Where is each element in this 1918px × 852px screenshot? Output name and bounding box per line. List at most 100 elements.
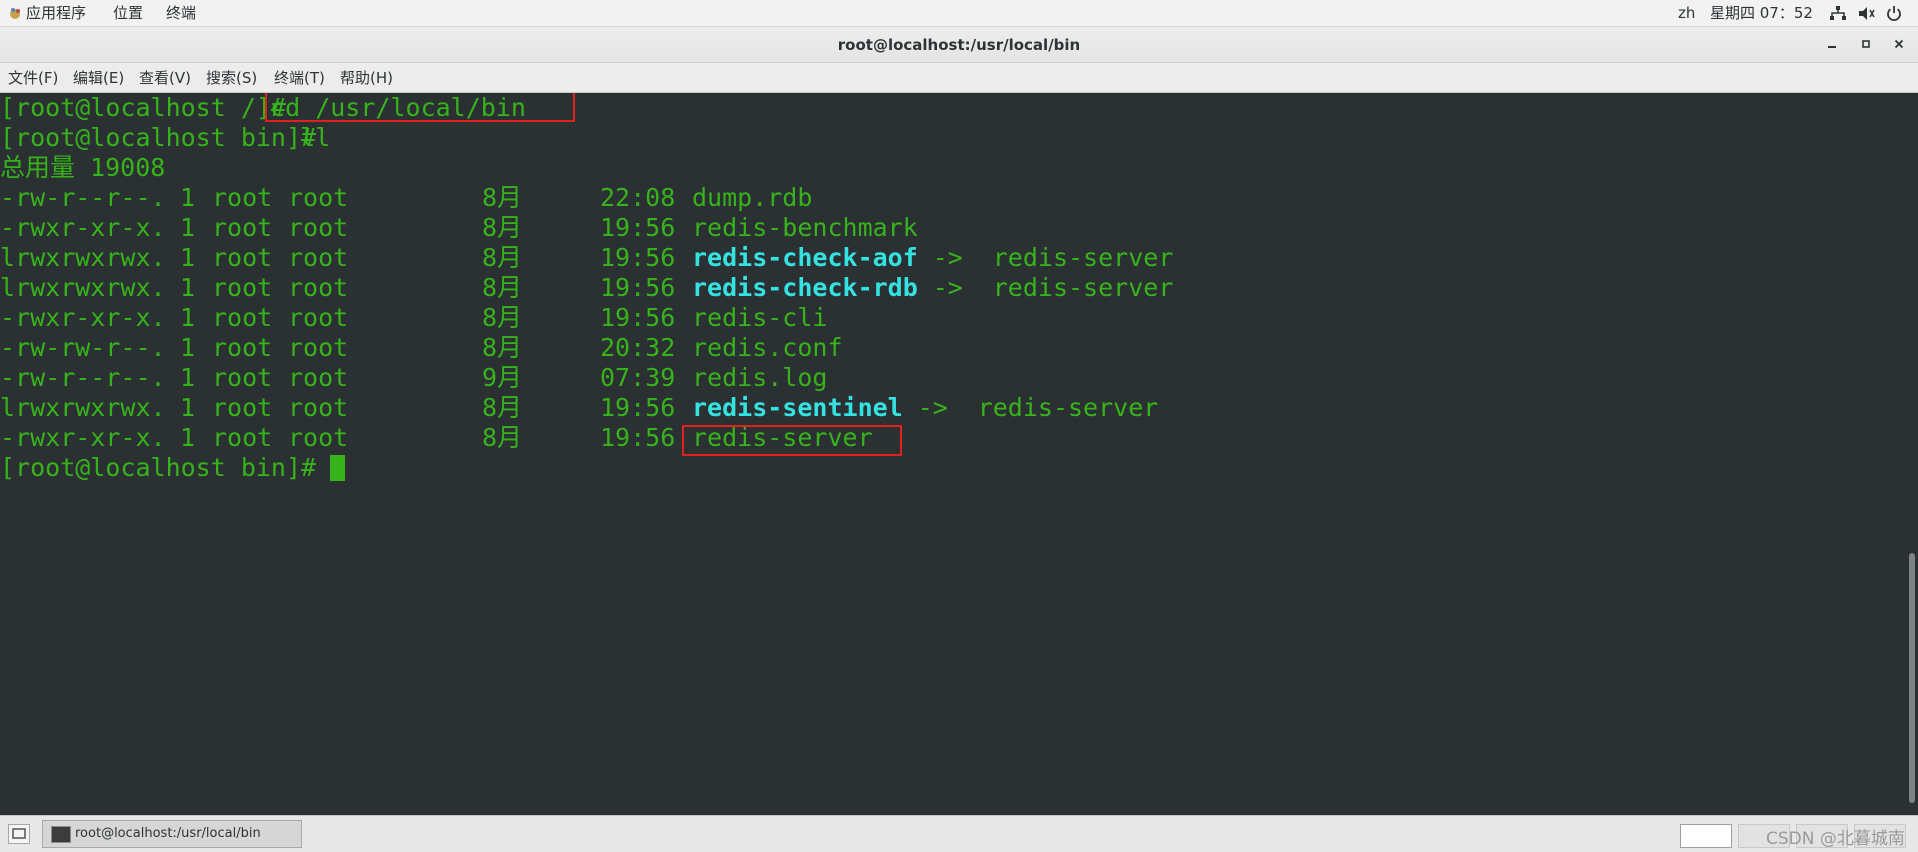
applications-label: 应用程序 bbox=[26, 4, 87, 22]
maximize-button[interactable] bbox=[1857, 35, 1875, 53]
workspace-switcher-1[interactable] bbox=[1680, 824, 1732, 848]
menu-view[interactable]: 查看(V) bbox=[139, 68, 191, 88]
file-permissions: -rwxr-xr-x. bbox=[0, 423, 166, 452]
file-month: 9月 bbox=[482, 363, 523, 392]
file-name: redis.log bbox=[692, 363, 828, 392]
link-count: 1 bbox=[180, 183, 196, 212]
file-owner: root bbox=[212, 243, 273, 272]
file-name: redis-check-aof bbox=[692, 243, 918, 272]
file-group: root bbox=[288, 363, 349, 392]
file-month: 8月 bbox=[482, 273, 523, 302]
symlink-target: redis-server bbox=[992, 243, 1174, 272]
link-count: 1 bbox=[180, 363, 196, 392]
places-menu[interactable]: 位置 bbox=[113, 3, 143, 23]
file-month: 8月 bbox=[482, 213, 523, 242]
file-name: redis-benchmark bbox=[692, 213, 918, 242]
clock[interactable]: 星期四 07：52 bbox=[1710, 3, 1813, 23]
menu-terminal[interactable]: 终端(T) bbox=[274, 68, 325, 88]
file-group: root bbox=[288, 183, 349, 212]
file-group: root bbox=[288, 273, 349, 302]
file-permissions: -rw-rw-r--. bbox=[0, 333, 166, 362]
link-count: 1 bbox=[180, 393, 196, 422]
power-icon[interactable] bbox=[1886, 5, 1902, 21]
file-time: 19:56 bbox=[600, 303, 676, 332]
file-name: redis-cli bbox=[692, 303, 828, 332]
highlight-box-cd-command bbox=[265, 93, 575, 122]
terminal-view[interactable]: [root@localhost /]# cd /usr/local/bin [r… bbox=[0, 93, 1906, 815]
window-title: root@localhost:/usr/local/bin bbox=[837, 36, 1081, 54]
highlight-box-redis-server bbox=[682, 425, 902, 456]
terminal-app-label: 终端 bbox=[166, 4, 197, 22]
file-time: 19:56 bbox=[600, 213, 676, 242]
gnome-top-bar: 应用程序 位置 终端 zh 星期四 07：52 bbox=[0, 0, 1918, 27]
symlink-arrow: -> bbox=[917, 393, 948, 422]
file-permissions: lrwxrwxrwx. bbox=[0, 243, 166, 272]
file-name: redis-sentinel bbox=[692, 393, 903, 422]
file-group: root bbox=[288, 393, 349, 422]
link-count: 1 bbox=[180, 213, 196, 242]
minimize-button[interactable] bbox=[1823, 35, 1841, 53]
link-count: 1 bbox=[180, 273, 196, 302]
file-month: 8月 bbox=[482, 243, 523, 272]
link-count: 1 bbox=[180, 333, 196, 362]
file-time: 19:56 bbox=[600, 273, 676, 302]
file-owner: root bbox=[212, 423, 273, 452]
file-permissions: -rwxr-xr-x. bbox=[0, 213, 166, 242]
show-desktop-icon bbox=[12, 828, 26, 839]
shell-prompt: [root@localhost /]# bbox=[0, 93, 286, 122]
clock-label: 星期四 07：52 bbox=[1710, 4, 1813, 22]
symlink-arrow: -> bbox=[932, 273, 963, 302]
show-desktop-button[interactable] bbox=[8, 824, 30, 844]
terminal-line: [root@localhost bin]# bbox=[0, 453, 345, 483]
terminal-line: [root@localhost bin]# ll bbox=[0, 123, 330, 153]
watermark: CSDN @北暮城南 bbox=[1766, 829, 1905, 849]
terminal-line: [root@localhost /]# cd /usr/local/bin bbox=[0, 93, 526, 123]
file-time: 20:32 bbox=[600, 333, 676, 362]
file-time: 19:56 bbox=[600, 423, 676, 452]
input-method-indicator[interactable]: zh bbox=[1678, 3, 1695, 23]
file-group: root bbox=[288, 303, 349, 332]
window-title-bar[interactable]: root@localhost:/usr/local/bin bbox=[0, 27, 1918, 63]
total-size-line: 总用量 19008 bbox=[0, 153, 166, 182]
menu-edit[interactable]: 编辑(E) bbox=[73, 68, 124, 88]
input-method-label: zh bbox=[1678, 4, 1696, 22]
file-month: 8月 bbox=[482, 303, 523, 332]
terminal-app-menu[interactable]: 终端 bbox=[166, 3, 196, 23]
shell-prompt: [root@localhost bin]# bbox=[0, 453, 317, 482]
link-count: 1 bbox=[180, 423, 196, 452]
symlink-target: redis-server bbox=[992, 273, 1174, 302]
file-permissions: lrwxrwxrwx. bbox=[0, 273, 166, 302]
file-name: redis.conf bbox=[692, 333, 843, 362]
maximize-icon bbox=[1862, 40, 1870, 48]
file-month: 8月 bbox=[482, 423, 523, 452]
close-icon bbox=[1894, 39, 1904, 49]
menu-help[interactable]: 帮助(H) bbox=[340, 68, 393, 88]
file-owner: root bbox=[212, 393, 273, 422]
menu-search[interactable]: 搜索(S) bbox=[206, 68, 257, 88]
applications-menu[interactable]: 应用程序 bbox=[8, 3, 86, 23]
terminal-icon bbox=[51, 826, 71, 843]
menu-file[interactable]: 文件(F) bbox=[8, 68, 58, 88]
taskbar-window-title: root@localhost:/usr/local/bin bbox=[75, 826, 261, 841]
scrollbar-thumb[interactable] bbox=[1909, 553, 1915, 803]
file-owner: root bbox=[212, 303, 273, 332]
file-group: root bbox=[288, 243, 349, 272]
applications-icon bbox=[10, 8, 20, 19]
text-cursor bbox=[330, 455, 345, 481]
volume-icon[interactable] bbox=[1858, 6, 1876, 21]
minimize-icon bbox=[1828, 46, 1836, 48]
file-name: redis-check-rdb bbox=[692, 273, 918, 302]
places-label: 位置 bbox=[113, 4, 144, 22]
taskbar-window-button[interactable]: root@localhost:/usr/local/bin bbox=[42, 820, 302, 848]
link-count: 1 bbox=[180, 243, 196, 272]
bottom-taskbar: root@localhost:/usr/local/bin CSDN @北暮城南 bbox=[0, 815, 1918, 852]
close-button[interactable] bbox=[1890, 35, 1908, 53]
terminal-scrollbar[interactable] bbox=[1906, 93, 1918, 815]
file-time: 19:56 bbox=[600, 243, 676, 272]
network-icon[interactable] bbox=[1830, 6, 1846, 21]
symlink-arrow: -> bbox=[932, 243, 963, 272]
shell-command: ll bbox=[285, 123, 331, 152]
file-time: 22:08 bbox=[600, 183, 676, 212]
file-name: dump.rdb bbox=[692, 183, 813, 212]
symlink-target: redis-server bbox=[977, 393, 1159, 422]
